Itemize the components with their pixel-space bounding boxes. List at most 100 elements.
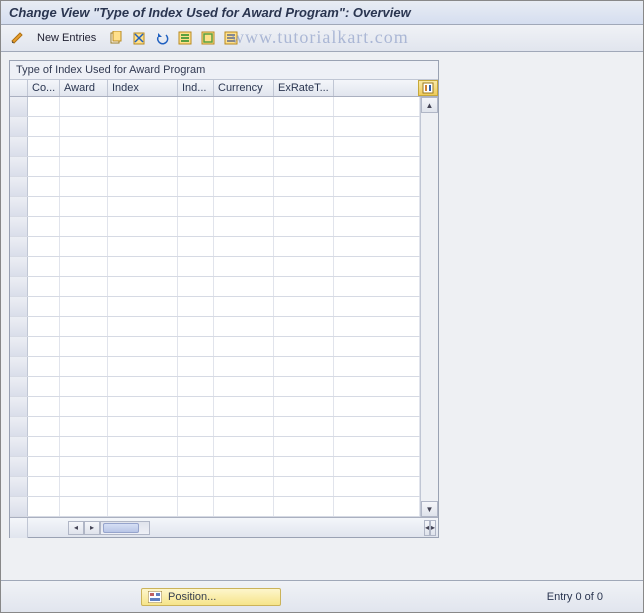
- cell-exratet[interactable]: [274, 497, 334, 516]
- cell-index[interactable]: [108, 237, 178, 256]
- cell-co[interactable]: [28, 177, 60, 196]
- cell-co[interactable]: [28, 317, 60, 336]
- cell-index[interactable]: [108, 157, 178, 176]
- cell-co[interactable]: [28, 457, 60, 476]
- cell-co[interactable]: [28, 437, 60, 456]
- cell-award[interactable]: [60, 357, 108, 376]
- column-header-exratet[interactable]: ExRateT...: [274, 80, 334, 96]
- row-selector[interactable]: [10, 417, 28, 436]
- cell-currency[interactable]: [214, 397, 274, 416]
- cell-ind[interactable]: [178, 397, 214, 416]
- cell-co[interactable]: [28, 137, 60, 156]
- column-header-award[interactable]: Award: [60, 80, 108, 96]
- cell-award[interactable]: [60, 277, 108, 296]
- cell-exratet[interactable]: [274, 97, 334, 116]
- row-selector[interactable]: [10, 137, 28, 156]
- scroll-last-icon[interactable]: ▸: [430, 520, 436, 536]
- cell-currency[interactable]: [214, 377, 274, 396]
- cell-exratet[interactable]: [274, 477, 334, 496]
- cell-index[interactable]: [108, 217, 178, 236]
- cell-index[interactable]: [108, 457, 178, 476]
- cell-award[interactable]: [60, 237, 108, 256]
- cell-exratet[interactable]: [274, 197, 334, 216]
- cell-award[interactable]: [60, 97, 108, 116]
- cell-currency[interactable]: [214, 477, 274, 496]
- cell-exratet[interactable]: [274, 217, 334, 236]
- cell-exratet[interactable]: [274, 237, 334, 256]
- cell-award[interactable]: [60, 177, 108, 196]
- cell-index[interactable]: [108, 377, 178, 396]
- cell-currency[interactable]: [214, 337, 274, 356]
- cell-exratet[interactable]: [274, 377, 334, 396]
- cell-index[interactable]: [108, 177, 178, 196]
- cell-exratet[interactable]: [274, 357, 334, 376]
- cell-award[interactable]: [60, 157, 108, 176]
- cell-currency[interactable]: [214, 497, 274, 516]
- cell-index[interactable]: [108, 497, 178, 516]
- column-header-index[interactable]: Index: [108, 80, 178, 96]
- cell-index[interactable]: [108, 97, 178, 116]
- cell-exratet[interactable]: [274, 277, 334, 296]
- cell-co[interactable]: [28, 237, 60, 256]
- cell-co[interactable]: [28, 397, 60, 416]
- row-selector[interactable]: [10, 317, 28, 336]
- cell-currency[interactable]: [214, 357, 274, 376]
- cell-ind[interactable]: [178, 497, 214, 516]
- cell-currency[interactable]: [214, 117, 274, 136]
- cell-ind[interactable]: [178, 317, 214, 336]
- column-header-currency[interactable]: Currency: [214, 80, 274, 96]
- cell-award[interactable]: [60, 337, 108, 356]
- cell-exratet[interactable]: [274, 417, 334, 436]
- cell-index[interactable]: [108, 417, 178, 436]
- cell-currency[interactable]: [214, 437, 274, 456]
- column-header-co[interactable]: Co...: [28, 80, 60, 96]
- cell-co[interactable]: [28, 257, 60, 276]
- cell-currency[interactable]: [214, 217, 274, 236]
- cell-currency[interactable]: [214, 237, 274, 256]
- cell-ind[interactable]: [178, 217, 214, 236]
- cell-co[interactable]: [28, 497, 60, 516]
- cell-currency[interactable]: [214, 97, 274, 116]
- row-selector[interactable]: [10, 157, 28, 176]
- horizontal-scroll-thumb[interactable]: [103, 523, 139, 533]
- row-selector[interactable]: [10, 437, 28, 456]
- cell-exratet[interactable]: [274, 257, 334, 276]
- cell-award[interactable]: [60, 397, 108, 416]
- cell-award[interactable]: [60, 217, 108, 236]
- cell-award[interactable]: [60, 137, 108, 156]
- cell-award[interactable]: [60, 457, 108, 476]
- scroll-first-icon[interactable]: ◂: [68, 521, 84, 535]
- cell-exratet[interactable]: [274, 317, 334, 336]
- cell-ind[interactable]: [178, 177, 214, 196]
- row-selector[interactable]: [10, 197, 28, 216]
- cell-index[interactable]: [108, 317, 178, 336]
- toggle-change-icon[interactable]: [7, 28, 27, 48]
- undo-icon[interactable]: [152, 28, 172, 48]
- cell-exratet[interactable]: [274, 457, 334, 476]
- cell-ind[interactable]: [178, 117, 214, 136]
- cell-award[interactable]: [60, 437, 108, 456]
- cell-index[interactable]: [108, 137, 178, 156]
- cell-co[interactable]: [28, 217, 60, 236]
- cell-index[interactable]: [108, 117, 178, 136]
- cell-currency[interactable]: [214, 177, 274, 196]
- cell-ind[interactable]: [178, 377, 214, 396]
- cell-co[interactable]: [28, 97, 60, 116]
- cell-ind[interactable]: [178, 277, 214, 296]
- cell-currency[interactable]: [214, 417, 274, 436]
- cell-ind[interactable]: [178, 437, 214, 456]
- deselect-all-icon[interactable]: [221, 28, 241, 48]
- cell-index[interactable]: [108, 357, 178, 376]
- column-header-ind[interactable]: Ind...: [178, 80, 214, 96]
- cell-exratet[interactable]: [274, 177, 334, 196]
- select-block-icon[interactable]: [198, 28, 218, 48]
- cell-exratet[interactable]: [274, 337, 334, 356]
- horizontal-scroll-track[interactable]: [100, 521, 150, 535]
- row-selector[interactable]: [10, 497, 28, 516]
- cell-exratet[interactable]: [274, 117, 334, 136]
- cell-exratet[interactable]: [274, 157, 334, 176]
- cell-currency[interactable]: [214, 297, 274, 316]
- cell-award[interactable]: [60, 317, 108, 336]
- cell-award[interactable]: [60, 417, 108, 436]
- cell-ind[interactable]: [178, 357, 214, 376]
